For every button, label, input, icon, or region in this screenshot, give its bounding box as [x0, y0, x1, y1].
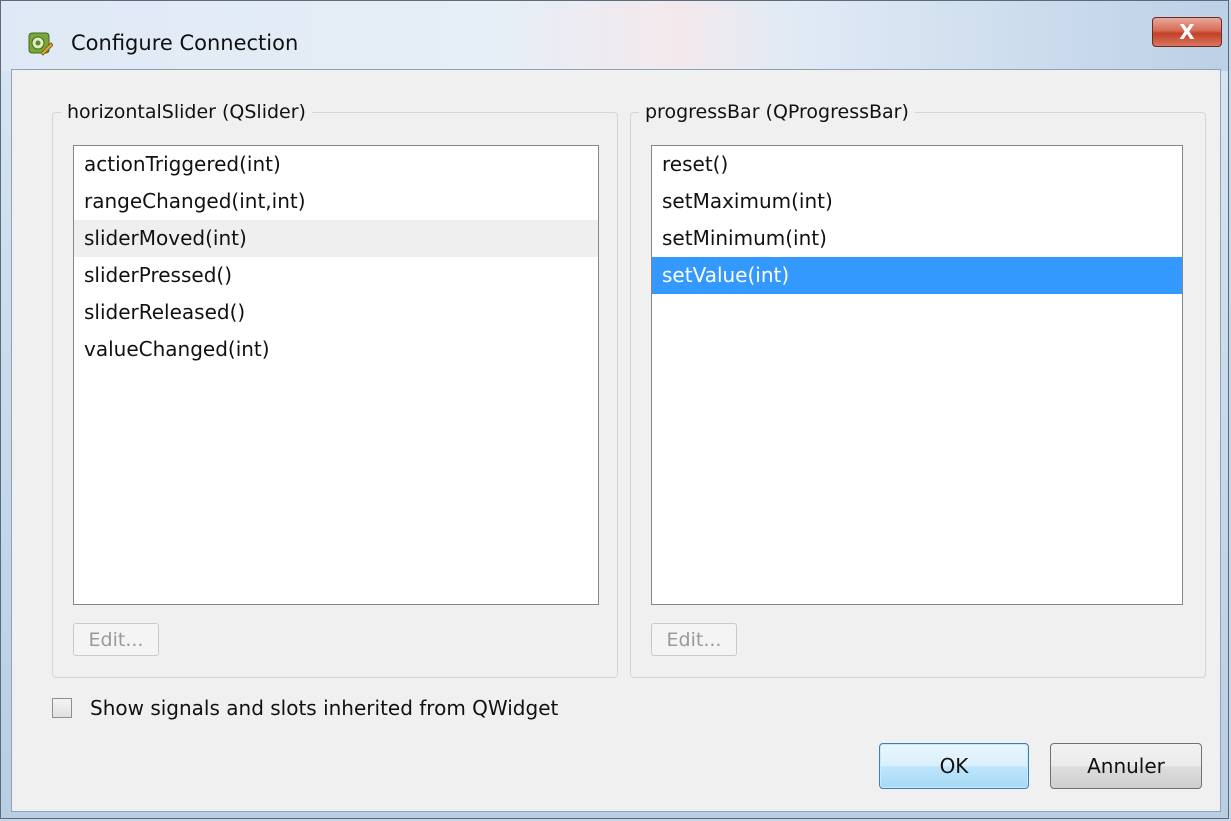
- slot-list-item[interactable]: setMaximum(int): [652, 183, 1182, 220]
- slots-edit-label: Edit...: [666, 628, 722, 651]
- ok-button[interactable]: OK: [879, 743, 1029, 789]
- window-title: Configure Connection: [71, 31, 299, 55]
- signal-list-item[interactable]: sliderReleased(): [74, 294, 598, 331]
- cancel-button[interactable]: Annuler: [1050, 743, 1202, 789]
- signal-list-item[interactable]: sliderPressed(): [74, 257, 598, 294]
- qt-designer-app-icon: [27, 31, 54, 57]
- configure-connection-dialog: Configure Connection X horizontalSlider …: [0, 0, 1229, 819]
- title-bar[interactable]: Configure Connection X: [1, 1, 1228, 71]
- signals-group: horizontalSlider (QSlider) actionTrigger…: [52, 99, 618, 678]
- signal-list-item[interactable]: valueChanged(int): [74, 331, 598, 368]
- slots-edit-button[interactable]: Edit...: [651, 623, 737, 656]
- show-inherited-option[interactable]: Show signals and slots inherited from QW…: [52, 696, 558, 720]
- slot-list-item[interactable]: reset(): [652, 146, 1182, 183]
- dialog-body: horizontalSlider (QSlider) actionTrigger…: [11, 69, 1221, 812]
- show-inherited-checkbox[interactable]: [52, 698, 72, 718]
- ok-label: OK: [939, 754, 969, 778]
- show-inherited-label: Show signals and slots inherited from QW…: [90, 696, 559, 720]
- slot-list-item[interactable]: setMinimum(int): [652, 220, 1182, 257]
- close-button[interactable]: X: [1152, 17, 1222, 47]
- signals-edit-button[interactable]: Edit...: [73, 623, 159, 656]
- close-icon: X: [1179, 20, 1195, 44]
- signals-group-title: horizontalSlider (QSlider): [61, 99, 312, 125]
- signals-list[interactable]: actionTriggered(int) rangeChanged(int,int…: [73, 145, 599, 605]
- slots-list[interactable]: reset() setMaximum(int) setMinimum(int) set…: [651, 145, 1183, 605]
- cancel-label: Annuler: [1087, 754, 1165, 778]
- signal-list-item[interactable]: actionTriggered(int): [74, 146, 598, 183]
- slot-list-item[interactable]: setValue(int): [652, 257, 1182, 294]
- signals-edit-label: Edit...: [88, 628, 144, 651]
- slots-group: progressBar (QProgressBar) reset() setMax…: [630, 99, 1206, 678]
- signal-list-item[interactable]: sliderMoved(int): [74, 220, 598, 257]
- signal-list-item[interactable]: rangeChanged(int,int): [74, 183, 598, 220]
- slots-group-title: progressBar (QProgressBar): [639, 99, 915, 125]
